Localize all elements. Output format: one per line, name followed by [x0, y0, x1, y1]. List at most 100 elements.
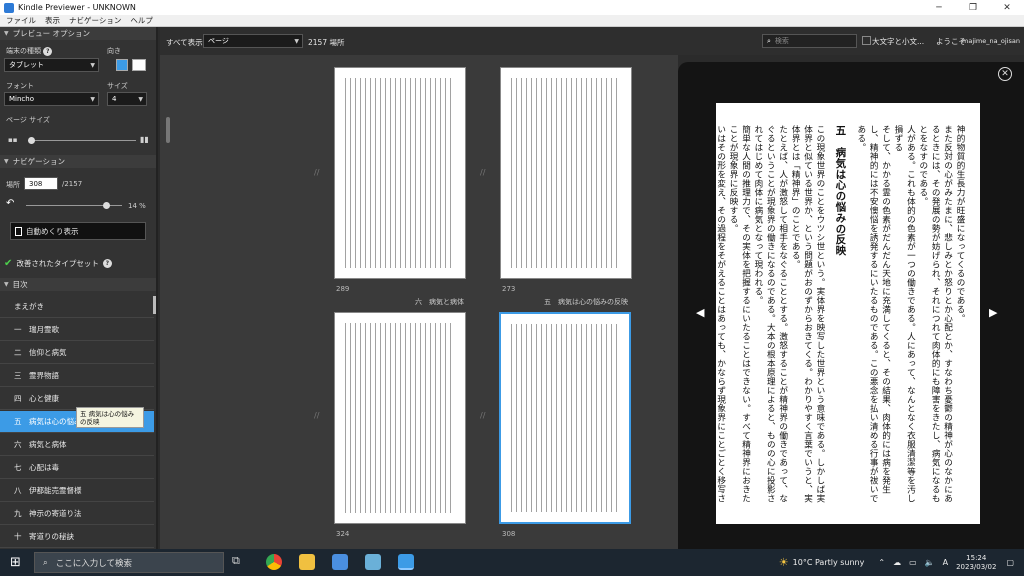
volume-icon[interactable]: 🔈	[925, 558, 935, 567]
weather-icon: ☀	[778, 556, 789, 569]
collapse-icon: ▼	[4, 281, 9, 288]
chapter-label: 六 病気と病体	[415, 298, 464, 306]
file-explorer-icon[interactable]	[299, 554, 315, 570]
canvas-scrollbar[interactable]	[166, 117, 170, 143]
landscape-orientation-button[interactable]	[132, 59, 146, 71]
size-select[interactable]: 4 ▼	[107, 92, 147, 106]
book-icon	[15, 226, 22, 236]
preview-options-header[interactable]: ▼ プレビュー オプション	[0, 27, 156, 40]
chevron-up-icon[interactable]: ⌃	[878, 558, 885, 567]
progress-percent: 14 %	[128, 202, 146, 210]
page-divider-icon: //	[314, 168, 320, 177]
portrait-orientation-button[interactable]	[116, 59, 128, 71]
chevron-down-icon: ▼	[90, 96, 95, 103]
notification-icon[interactable]: ▢	[1006, 558, 1014, 567]
chevron-down-icon: ▼	[90, 62, 95, 69]
ime-icon[interactable]: A	[943, 558, 948, 567]
main-toolbar: すべて表示 ページ ▼ 2157 場所 ⌕ 検索 大文字と小文... ようこそ m…	[160, 27, 1024, 55]
collapse-icon: ▼	[4, 158, 9, 165]
toc-item[interactable]: 八 伊都能売霊督様	[0, 480, 154, 502]
location-total: /2157	[62, 180, 83, 188]
toc-item[interactable]: 七 心配は毒	[0, 457, 154, 479]
title-bar: Kindle Previewer - UNKNOWN ─ ❐ ✕	[0, 0, 1024, 15]
paragraph: そして、かかる霊の色素がだんだん天地に充満してくると、その結果、肉体的には病を発…	[855, 125, 891, 503]
page-thumbnail[interactable]	[500, 67, 632, 279]
search-icon: ⌕	[767, 36, 771, 45]
size-label: サイズ	[107, 82, 128, 90]
toc-item[interactable]: 十 寄道りの秘訣	[0, 526, 154, 548]
weather-text[interactable]: 10°C Partly sunny	[793, 558, 865, 567]
paragraph: たとえば、人が激怒して相手をなぐることとする。激怒することが精神界の働きであって…	[752, 125, 788, 503]
menu-help[interactable]: ヘルプ	[130, 15, 153, 26]
taskbar-search-input[interactable]: ⌕ ここに入力して検索	[34, 552, 224, 573]
previous-page-icon[interactable]: ◀	[696, 306, 704, 319]
menu-file[interactable]: ファイル	[6, 15, 36, 26]
orientation-label: 向き	[107, 47, 121, 55]
page-size-label: ページ サイズ	[6, 116, 50, 124]
search-input[interactable]: ⌕ 検索	[762, 34, 857, 48]
help-icon[interactable]: ?	[102, 259, 112, 268]
large-page-icon: ▮▮	[140, 135, 149, 144]
system-tray: ☀ 10°C Partly sunny ⌃ ☁ ▭ 🔈 A 15:24 2023…	[779, 549, 1024, 576]
navigation-header[interactable]: ▼ ナビゲーション	[0, 155, 156, 168]
network-icon[interactable]: ▭	[909, 558, 917, 567]
maximize-icon[interactable]: ❐	[956, 0, 990, 15]
windows-start-icon[interactable]: ⊞	[10, 555, 21, 570]
sidebar: ▼ プレビュー オプション 端末の種類 ? 向き タブレット ▼ フォント サイズ…	[0, 27, 158, 549]
view-select[interactable]: ページ ▼	[203, 34, 303, 48]
toc-item[interactable]: 二 信仰と病気	[0, 342, 154, 364]
task-view-icon[interactable]: ⧉	[232, 554, 248, 570]
minimize-icon[interactable]: ─	[922, 0, 956, 15]
page-divider-icon: //	[480, 411, 486, 420]
page-size-slider-knob[interactable]	[28, 137, 35, 144]
location-label: 場所	[6, 181, 20, 189]
kindle-previewer-taskbar-icon[interactable]	[398, 554, 414, 570]
page-thumbnail[interactable]	[334, 312, 466, 524]
back-arrow-icon[interactable]: ↶	[6, 198, 14, 209]
show-all-label: すべて表示	[166, 38, 203, 47]
locations-count: 2157 場所	[308, 38, 345, 47]
taskbar: ⊞ ⌕ ここに入力して検索 ⧉ ☀ 10°C Partly sunny ⌃ ☁ …	[0, 549, 1024, 576]
toc-item[interactable]: 九 神示の寄道り法	[0, 503, 154, 525]
thumbnail-grid: 289 // 273 // 六 病気と病体 五 病気は心の悩みの反映 324 /…	[160, 55, 678, 549]
toc-scrollbar[interactable]	[153, 296, 156, 314]
checkmark-icon: ✔	[4, 258, 13, 269]
chapter-heading: 五 病気は心の悩みの反映	[834, 125, 847, 256]
toc-item[interactable]: 六 病気と病体	[0, 434, 154, 456]
store-icon[interactable]	[332, 554, 348, 570]
large-text-checkbox[interactable]	[862, 36, 871, 45]
font-select[interactable]: Mincho ▼	[4, 92, 99, 106]
page-thumbnail-active[interactable]	[499, 312, 631, 524]
page-number: 324	[336, 530, 350, 538]
app-icon[interactable]	[365, 554, 381, 570]
paragraph: また反対の心がみたまに、悲しみとか怒りとか心配とか、すなわち憂鬱の精神が心のなか…	[917, 125, 953, 503]
small-page-icon: ▪▪	[8, 136, 18, 144]
chevron-down-icon: ▼	[294, 38, 299, 45]
page-thumbnail[interactable]	[334, 67, 466, 279]
close-icon[interactable]: ✕	[990, 0, 1024, 15]
page-size-slider[interactable]	[28, 140, 136, 141]
kindle-previewer-window: Kindle Previewer - UNKNOWN ─ ❐ ✕ ファイル 表示…	[0, 0, 1024, 549]
paragraph: この現象世界のことをウツシ世という。実体界を映写した世界という意味である。しかし…	[790, 125, 825, 503]
next-page-icon[interactable]: ▶	[989, 306, 997, 319]
toc-tooltip: 五 病気は心の悩みの反映	[76, 407, 144, 428]
menu-bar: ファイル 表示 ナビゲーション ヘルプ	[0, 15, 1024, 27]
close-icon[interactable]: ✕	[998, 67, 1012, 81]
menu-navigation[interactable]: ナビゲーション	[69, 15, 121, 26]
help-icon[interactable]: ?	[43, 47, 53, 56]
autoflip-button[interactable]: 自動めくり表示	[10, 222, 146, 240]
toc-item[interactable]: 三 霊界物語	[0, 365, 154, 387]
toc-item[interactable]: まえがき	[0, 296, 154, 318]
progress-slider-knob[interactable]	[102, 202, 110, 209]
page-body: 神的物質的生長力が旺盛になってくるのである。 また反対の心がみたまに、悲しみとか…	[716, 125, 966, 505]
menu-view[interactable]: 表示	[45, 15, 60, 26]
toc-item[interactable]: 一 瑞月霊歌	[0, 319, 154, 341]
device-type-select[interactable]: タブレット ▼	[4, 58, 99, 72]
location-input[interactable]: 308	[24, 177, 58, 190]
page-divider-icon: //	[314, 411, 320, 420]
typeset-row: ✔ 改善されたタイプセット ?	[4, 258, 112, 269]
chrome-icon[interactable]	[266, 554, 282, 570]
toc-header[interactable]: ▼ 目次	[0, 278, 156, 291]
cloud-icon[interactable]: ☁	[893, 558, 901, 567]
clock[interactable]: 15:24 2023/03/02	[956, 554, 996, 572]
